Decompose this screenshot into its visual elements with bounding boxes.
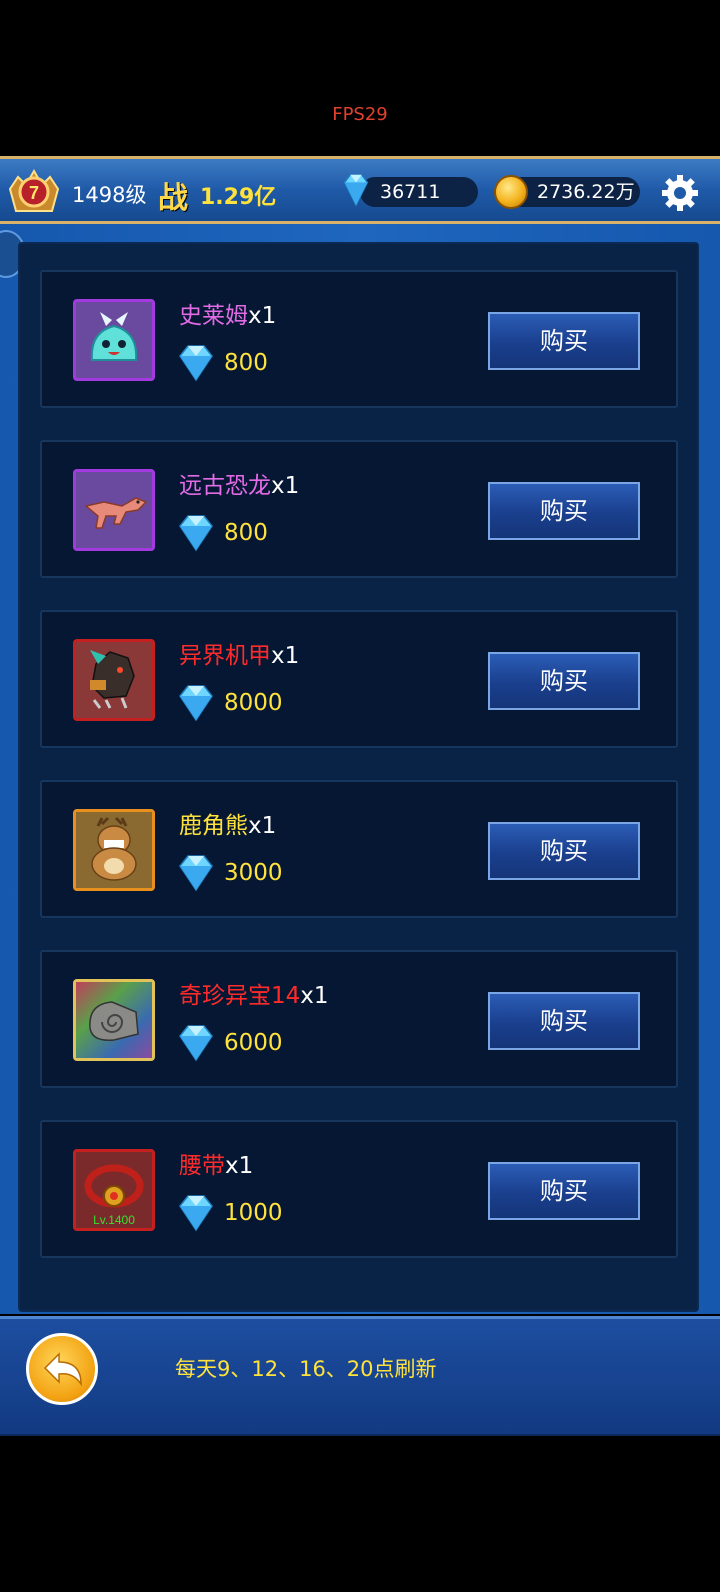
item-icon-frame[interactable] [73,979,155,1061]
shop-item-card: 史莱姆x1 800 购买 [40,270,678,408]
buy-button[interactable]: 购买 [488,652,640,710]
buy-button[interactable]: 购买 [488,312,640,370]
vip-level-text: 7 [29,183,39,203]
slime-icon [76,302,152,378]
item-icon-frame[interactable]: Lv.1400 [73,1149,155,1231]
power-value: 1.29亿 [200,185,277,210]
gold-count: 2736.22万 [537,181,635,203]
item-name: 奇珍异宝14x1 [179,983,329,1009]
back-arrow-icon [43,1352,82,1387]
buy-button[interactable]: 购买 [488,822,640,880]
price-diamond-icon [179,515,213,552]
shop-item-card: Lv.1400 腰带x1 1000 购买 [40,1120,678,1258]
diamond-icon [343,174,369,207]
shop-item-card: 异界机甲x1 8000 购买 [40,610,678,748]
item-icon-frame[interactable] [73,639,155,721]
bottom-bar: 每天9、12、16、20点刷新 [0,1316,720,1436]
diamond-count: 36711 [380,181,441,203]
item-icon-frame[interactable] [73,809,155,891]
price-diamond-icon [179,345,213,382]
item-name: 史莱姆x1 [179,303,277,329]
item-name: 腰带x1 [179,1153,254,1179]
item-icon-frame[interactable] [73,299,155,381]
price-diamond-icon [179,685,213,722]
diamond-counter: 36711 [360,177,478,207]
item-price: 3000 [224,860,283,886]
buy-button[interactable]: 购买 [488,992,640,1050]
item-name: 异界机甲x1 [179,643,300,669]
belt-icon: Lv.1400 [76,1152,152,1228]
item-name: 鹿角熊x1 [179,813,277,839]
scroll-icon [76,982,152,1058]
item-price: 6000 [224,1030,283,1056]
power-label: 战 [158,181,188,216]
refresh-schedule-text: 每天9、12、16、20点刷新 [175,1357,437,1381]
item-price: 8000 [224,690,283,716]
buy-button[interactable]: 购买 [488,1162,640,1220]
price-diamond-icon [179,855,213,892]
shop-item-card: 奇珍异宝14x1 6000 购买 [40,950,678,1088]
item-price: 800 [224,350,268,376]
player-level: 1498级 [72,183,147,207]
item-price: 800 [224,520,268,546]
antler-bear-icon [76,812,152,888]
price-diamond-icon [179,1025,213,1062]
dinosaur-icon [76,472,152,548]
vip-badge-icon[interactable]: 7 [6,167,62,217]
back-button[interactable] [26,1333,98,1405]
shop-item-card: 鹿角熊x1 3000 购买 [40,780,678,918]
mecha-icon [76,642,152,718]
settings-gear-icon[interactable] [660,173,700,213]
buy-button[interactable]: 购买 [488,482,640,540]
price-diamond-icon [179,1195,213,1232]
gold-coin-icon [494,175,528,209]
item-icon-frame[interactable] [73,469,155,551]
shop-item-card: 远古恐龙x1 800 购买 [40,440,678,578]
fps-counter: FPS29 [332,104,388,125]
top-status-bar: 7 1498级 战 1.29亿 36711 2736.22万 [0,156,720,224]
item-level-tag: Lv.1400 [93,1213,135,1227]
item-price: 1000 [224,1200,283,1226]
item-name: 远古恐龙x1 [179,473,300,499]
